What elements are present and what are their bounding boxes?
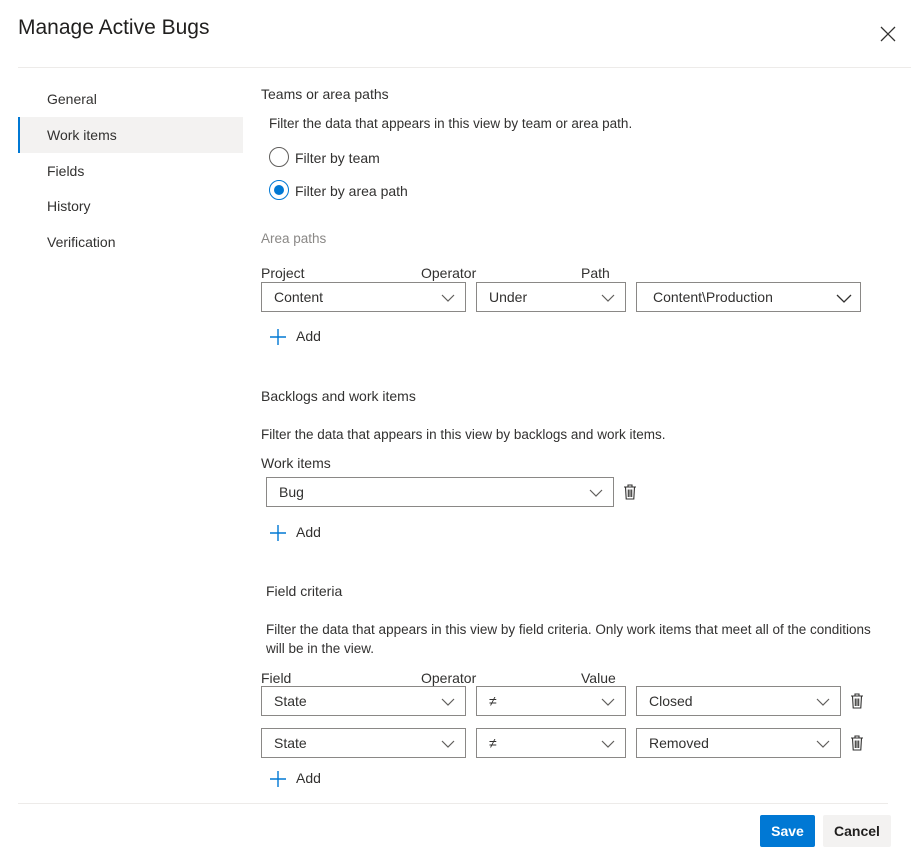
project-value: Content <box>274 289 324 305</box>
chevron-down-icon <box>441 698 455 706</box>
project-column-label: Project <box>261 265 305 281</box>
area-paths-label: Area paths <box>261 231 327 246</box>
field-criteria-description-line2: will be in the view. <box>266 641 375 656</box>
filter-by-team-radio[interactable] <box>269 147 289 167</box>
criteria-field-dropdown[interactable]: State <box>261 686 466 716</box>
work-item-dropdown[interactable]: Bug <box>266 477 614 507</box>
criteria-value: Removed <box>649 735 709 751</box>
chevron-down-icon <box>836 294 852 303</box>
trash-icon[interactable] <box>850 735 864 751</box>
add-criteria-button[interactable]: Add <box>269 767 329 791</box>
value-column-label: Value <box>581 670 616 686</box>
criteria-operator-column-label: Operator <box>421 670 477 686</box>
chevron-down-icon <box>589 489 603 497</box>
add-work-item-button[interactable]: Add <box>269 521 329 545</box>
criteria-value-dropdown[interactable]: Closed <box>636 686 841 716</box>
chevron-down-icon <box>441 294 455 302</box>
nav-item-work-items[interactable]: Work items <box>18 117 243 153</box>
trash-icon[interactable] <box>623 484 637 500</box>
backlogs-description: Filter the data that appears in this vie… <box>261 427 666 442</box>
chevron-down-icon <box>441 740 455 748</box>
criteria-operator-value: ≠ <box>489 735 497 751</box>
field-criteria-description-line1: Filter the data that appears in this vie… <box>266 622 871 637</box>
add-work-item-label: Add <box>296 524 321 540</box>
chevron-down-icon <box>601 740 615 748</box>
plus-icon <box>270 525 286 541</box>
add-criteria-label: Add <box>296 770 321 786</box>
criteria-operator-value: ≠ <box>489 693 497 709</box>
work-item-value: Bug <box>279 484 304 500</box>
nav-item-verification[interactable]: Verification <box>18 224 243 260</box>
area-operator-value: Under <box>489 289 528 305</box>
save-button[interactable]: Save <box>760 815 815 847</box>
nav-item-history[interactable]: History <box>18 188 243 224</box>
dialog-title: Manage Active Bugs <box>18 16 210 39</box>
add-area-path-label: Add <box>296 328 321 344</box>
operator-column-label: Operator <box>421 265 477 281</box>
close-icon[interactable] <box>878 24 898 44</box>
criteria-operator-dropdown[interactable]: ≠ <box>476 728 626 758</box>
teams-description: Filter the data that appears in this vie… <box>269 116 633 131</box>
cancel-button[interactable]: Cancel <box>823 815 891 847</box>
criteria-field-value: State <box>274 693 307 709</box>
criteria-field-value: State <box>274 735 307 751</box>
chevron-down-icon <box>816 740 830 748</box>
add-area-path-button[interactable]: Add <box>269 325 329 349</box>
criteria-value-dropdown[interactable]: Removed <box>636 728 841 758</box>
criteria-field-dropdown[interactable]: State <box>261 728 466 758</box>
field-column-label: Field <box>261 670 292 686</box>
filter-by-area-path-label[interactable]: Filter by area path <box>295 183 408 199</box>
field-criteria-title: Field criteria <box>266 583 343 599</box>
plus-icon <box>270 329 286 345</box>
work-items-label: Work items <box>261 455 331 471</box>
criteria-value: Closed <box>649 693 693 709</box>
path-value: Content\Production <box>653 289 773 305</box>
teams-section-title: Teams or area paths <box>261 86 389 102</box>
chevron-down-icon <box>601 294 615 302</box>
plus-icon <box>270 771 286 787</box>
footer-divider <box>18 803 888 804</box>
header-divider <box>18 67 911 68</box>
trash-icon[interactable] <box>850 693 864 709</box>
filter-by-team-label[interactable]: Filter by team <box>295 150 380 166</box>
chevron-down-icon <box>601 698 615 706</box>
area-operator-dropdown[interactable]: Under <box>476 282 626 312</box>
criteria-operator-dropdown[interactable]: ≠ <box>476 686 626 716</box>
nav-item-general[interactable]: General <box>18 81 243 117</box>
project-dropdown[interactable]: Content <box>261 282 466 312</box>
backlogs-section-title: Backlogs and work items <box>261 388 416 404</box>
nav-item-fields[interactable]: Fields <box>18 153 243 189</box>
path-column-label: Path <box>581 265 610 281</box>
path-dropdown[interactable]: Content\Production <box>636 282 861 312</box>
filter-by-area-path-radio[interactable] <box>269 180 289 200</box>
chevron-down-icon <box>816 698 830 706</box>
